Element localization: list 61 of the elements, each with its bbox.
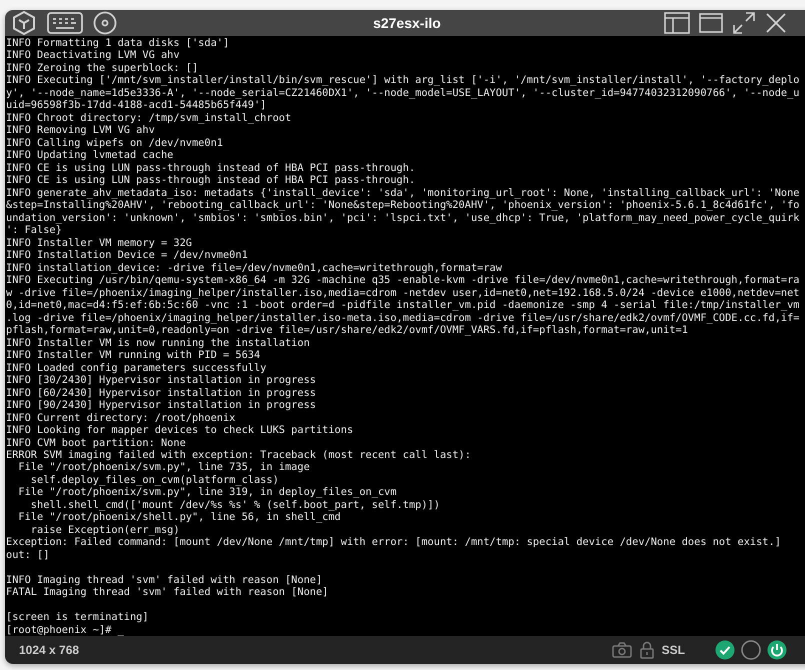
console-line: INFO Imaging thread 'svm' failed with reason [None]: [6, 574, 322, 586]
console-line: [screen is terminating]: [6, 611, 149, 624]
console-line: self.deploy_files_on_cvm(platform_class): [30, 474, 279, 486]
console-line: INFO [30/2430] Hypervisor installation in progress: [6, 374, 316, 387]
console-line: pflash,format=raw,unit=0,readonly=on -drive file=/usr/share/edk2/ovmf/OVMF_VARS.fd,if=pflash,format=raw,unit=1: [6, 324, 688, 337]
console-line: INFO CVM boot partition: None: [6, 436, 186, 449]
console-line: 0,id=net0,mac=d4:f5:ef:6b:5c:60 -vnc :1 -boot order=d -pidfile installer_vm.pid -daemonize -smp 4 -serial file:/tmp/installer_vm: [6, 299, 800, 312]
console-line: raise Exception(err_msg): [30, 524, 180, 536]
disc-icon[interactable]: [93, 11, 117, 35]
console-line: INFO Deactivating LVM VG ahv: [6, 49, 180, 62]
console-line: out: []: [6, 548, 50, 562]
console-line: INFO Removing LVM VG ahv: [6, 124, 155, 137]
power-icon[interactable]: [767, 640, 787, 660]
console-line: INFO Current directory: /root/phoenix: [6, 412, 236, 424]
keyboard-icon[interactable]: [47, 12, 83, 34]
lock-icon: [640, 641, 654, 660]
window-title: s27esx-ilo: [373, 15, 441, 31]
console-line: INFO [90/2430] Hypervisor installation in progress: [6, 399, 316, 412]
console-line: y', '--node_name=1d5e3336-A', '--node_serial=CZ21460DX1', '--node_model=USE_LAYOUT', '--cluster_id=94774032312090766', '--node_u: [6, 86, 800, 100]
console-line: File "/root/phoenix/shell.py", line 56, in shell_cmd: [17, 511, 341, 524]
console-line: ERROR SVM imaging failed with exception: Traceback (most recent call last):: [6, 448, 471, 462]
hexagon-cube-icon[interactable]: [11, 10, 37, 36]
console-line: INFO Executing ['/mnt/svm_installer/install/bin/svm_rescue'] with arg_list ['-i', '/mnt/svm_installer/install', '--factory_deplo: [6, 74, 800, 87]
camera-icon[interactable]: [612, 642, 632, 658]
console-line: INFO Installer VM is now running the installation: [6, 336, 310, 350]
console-line: INFO Installer VM running with PID = 5634: [6, 349, 260, 362]
status-idle-icon[interactable]: [741, 640, 761, 660]
window-icon[interactable]: [699, 13, 723, 33]
console-line: INFO Updating lvmetad cache: [6, 149, 174, 162]
console-line: INFO Chroot directory: /tmp/svm_install_chroot: [6, 112, 292, 124]
console-line: shell.shell_cmd(['mount /dev/%s %s' % (self.boot_part, self.tmp)]): [30, 498, 440, 512]
status-ok-icon[interactable]: [715, 640, 735, 660]
console-line: INFO CE is using LUN pass-through instead of HBA PCI pass-through.: [6, 162, 416, 174]
console-line: INFO generate_ahv_metadata_iso: metadats {'install_device': 'sda', 'monitoring_url_root': None, 'installing_callback_url': 'None: [6, 186, 800, 200]
fullscreen-icon[interactable]: [732, 11, 756, 35]
console-line: INFO [60/2430] Hypervisor installation in progress: [6, 386, 316, 400]
console-line: INFO Calling wipefs on /dev/nvme0n1: [6, 136, 223, 150]
console-line: INFO Loaded config parameters successfully: [6, 362, 266, 374]
console-line: &step=Installing%20AHV', 'rebooting_callback_url': 'None&step=Rebooting%20AHV', 'phoenix_version': 'phoenix-5.6.1_8c4d61fc', 'fo: [6, 199, 800, 212]
console-line: .log -drive file=/phoenix/imaging_helper/installer.iso-meta.iso,media=cdrom -drive file=/usr/share/edk2/ovmf/OVMF_CODE.cc.fd,if=: [6, 312, 800, 324]
console-line: FATAL Imaging thread 'svm' failed with reason [None]: [6, 586, 328, 599]
console-line: w -drive file=/phoenix/imaging_helper/installer.iso,media=cdrom -netdev user,id=net0,net=192.168.5.0/24 -device e1000,netdev=net: [6, 286, 800, 300]
console-line: INFO Executing /usr/bin/qemu-system-x86_64 -m 32G -machine q35 -enable-kvm -drive file=/dev/nvme0n1,cache=writethrough,format=ra: [6, 274, 800, 287]
console-line: INFO Installation Device = /dev/nvme0n1: [6, 249, 248, 262]
console-line: uid=96598f3b-17dd-4188-acd1-54485b65f449']: [6, 99, 266, 112]
console-line: File "/root/phoenix/svm.py", line 735, in image: [17, 461, 310, 474]
console-line: INFO Zeroing the superblock: []: [6, 62, 198, 74]
console-line: INFO Looking for mapper devices to check LUKS partitions: [6, 424, 354, 436]
console-line: [root@phoenix ~]# _: [6, 624, 124, 636]
resolution-label: 1024 x 768: [19, 643, 80, 658]
console-line: INFO Installer VM memory = 32G: [6, 236, 192, 250]
console-line: undation_version': 'unknown', 'smbios': 'smbios.bin', 'pci': 'lspci.txt', 'use_dhcp': True, 'platform_may_need_power_cycle_quirk: [6, 212, 800, 224]
console-line: File "/root/phoenix/svm.py", line 319, in deploy_files_on_cvm: [17, 486, 397, 499]
console-line: ': False}: [6, 224, 62, 237]
ssl-label: SSL: [662, 643, 685, 658]
layout-icon[interactable]: [664, 12, 690, 34]
console-line: INFO Formatting 1 data disks ['sda']: [6, 37, 230, 50]
console-line: Exception: Failed command: [mount /dev/None /mnt/tmp] with error: [mount: /mnt/tmp: special device /dev/None does not exist.]: [6, 536, 781, 549]
console-line: INFO installation_device: -drive file=/dev/nvme0n1,cache=writethrough,format=raw: [6, 262, 502, 274]
console-line: INFO CE is using LUN pass-through instead of HBA PCI pass-through.: [6, 174, 416, 187]
close-icon[interactable]: [765, 12, 787, 34]
